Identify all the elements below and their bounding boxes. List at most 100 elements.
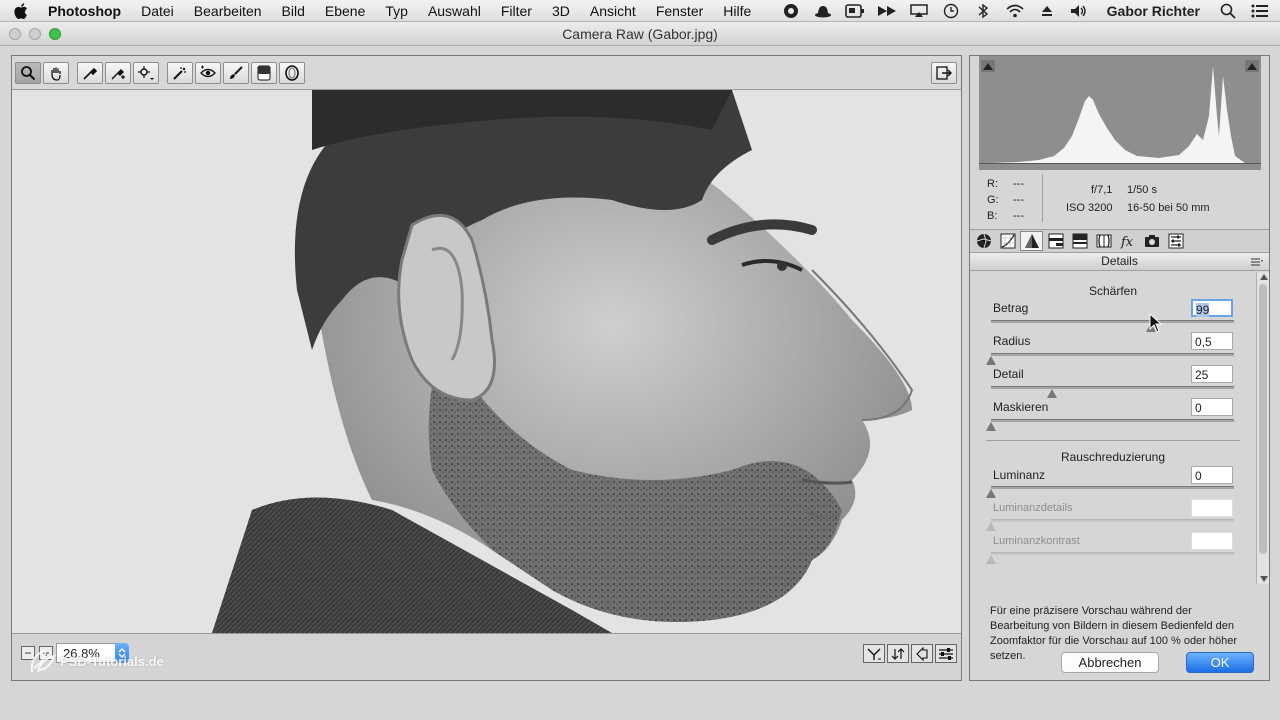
detail-slider-track[interactable] [991,386,1234,389]
section-divider [986,440,1240,441]
ok-button[interactable]: OK [1186,652,1254,673]
scroll-down-arrow[interactable] [1260,576,1268,582]
scroll-thumb[interactable] [1259,284,1267,554]
menu-datei[interactable]: Datei [141,3,174,19]
shadow-clipping-icon[interactable] [981,60,995,72]
swap-before-after-button[interactable] [887,644,909,663]
open-preferences-button[interactable] [931,62,957,84]
panel-menu-icon[interactable] [1251,258,1263,266]
amount-slider-track[interactable] [991,320,1234,323]
graduated-filter-tool-button[interactable] [251,62,277,84]
zoom-tool-button[interactable] [15,62,41,84]
notification-list-icon[interactable] [1250,3,1270,19]
leaf-logo-icon [30,648,56,673]
menu-ansicht[interactable]: Ansicht [590,3,636,19]
menu-filter[interactable]: Filter [501,3,532,19]
tab-effects[interactable]: fx [1116,231,1139,251]
color-sampler-tool-button[interactable] [105,62,131,84]
tab-tone-curve[interactable] [996,231,1019,251]
lens-value: 16-50 bei 50 mm [1127,202,1210,214]
red-eye-tool-button[interactable] [195,62,221,84]
luminance-contrast-label: Luminanzkontrast [993,535,1080,547]
menu-3d[interactable]: 3D [552,3,570,19]
copy-settings-button[interactable] [911,644,933,663]
tab-split-toning[interactable] [1068,231,1091,251]
tab-hsl[interactable] [1044,231,1067,251]
targeted-adjustment-tool-button[interactable] [133,62,159,84]
radial-filter-tool-button[interactable] [279,62,305,84]
menu-auswahl[interactable]: Auswahl [428,3,481,19]
menu-bearbeiten[interactable]: Bearbeiten [194,3,262,19]
luminance-contrast-input[interactable] [1191,532,1233,550]
tab-detail[interactable] [1020,231,1043,251]
red-eye-icon [200,65,216,78]
aperture-icon [976,233,991,249]
readout-divider [1042,174,1043,222]
arrows-icon[interactable] [877,3,897,19]
luminance-detail-input[interactable] [1191,499,1233,517]
green-label: G: [987,194,999,206]
tab-camera-calibration[interactable] [1140,231,1163,251]
search-icon[interactable] [1218,3,1238,19]
radius-slider-thumb[interactable] [986,356,996,365]
time-machine-icon[interactable] [941,3,961,19]
luminance-slider-track[interactable] [991,486,1234,489]
luminance-input[interactable]: 0 [1191,466,1233,484]
creative-cloud-icon[interactable] [781,3,801,19]
settings-pane: R: --- G: --- B: --- f/7,1 1/50 s ISO 32… [969,55,1270,681]
detail-label: Detail [993,367,1024,381]
amount-label: Betrag [993,301,1029,315]
window-titlebar: Camera Raw (Gabor.jpg) [0,22,1280,46]
menu-typ[interactable]: Typ [385,3,408,19]
detail-slider-thumb[interactable] [1046,389,1057,398]
white-balance-tool-button[interactable] [77,62,103,84]
airplay-icon[interactable] [909,3,929,19]
bluetooth-icon[interactable] [973,3,993,19]
menu-bild[interactable]: Bild [282,3,305,19]
adjustment-brush-tool-button[interactable] [223,62,249,84]
menu-ebene[interactable]: Ebene [325,3,365,19]
image-preview[interactable] [12,90,961,633]
menu-fenster[interactable]: Fenster [656,3,703,19]
amount-input[interactable]: 99 [1191,299,1233,317]
before-after-view-button[interactable] [863,644,885,663]
tab-lens-corrections[interactable] [1092,231,1115,251]
detail-controls: Schärfen Betrag 99 Radius 0,5 Detail 25 … [970,272,1256,584]
masking-slider-thumb[interactable] [986,422,996,431]
highlight-clipping-icon[interactable] [1245,60,1259,72]
hand-tool-button[interactable] [43,62,69,84]
menu-app-photoshop[interactable]: Photoshop [48,3,121,19]
hat-icon[interactable] [813,3,833,19]
wifi-icon[interactable] [1005,3,1025,19]
detail-input[interactable]: 25 [1191,365,1233,383]
spot-removal-tool-button[interactable] [167,62,193,84]
luminance-slider-thumb[interactable] [986,489,996,498]
masking-input[interactable]: 0 [1191,398,1233,416]
blue-value: --- [1013,210,1024,222]
luminance-detail-slider-track[interactable] [991,519,1234,522]
apple-icon[interactable] [14,2,28,19]
luminance-label: Luminanz [993,468,1046,482]
scroll-up-arrow[interactable] [1260,274,1268,280]
luminance-detail-slider-thumb[interactable] [986,522,996,531]
window-title: Camera Raw (Gabor.jpg) [562,26,718,42]
tab-basic[interactable] [972,231,995,251]
toggle-settings-button[interactable] [935,644,957,663]
radius-slider-track[interactable] [991,353,1234,356]
graduated-filter-icon [257,65,271,81]
menu-hilfe[interactable]: Hilfe [723,3,751,19]
volume-icon[interactable] [1069,3,1089,19]
tab-presets[interactable] [1164,231,1187,251]
panel-title: Details [1101,254,1138,268]
card-icon[interactable] [844,3,865,19]
histogram-graph [979,56,1261,170]
masking-slider-track[interactable] [991,419,1234,422]
eject-icon[interactable] [1037,3,1057,19]
radius-input[interactable]: 0,5 [1191,332,1233,350]
panel-header: Details [970,253,1269,271]
user-name[interactable]: Gabor Richter [1107,3,1200,19]
luminance-contrast-slider-thumb[interactable] [986,555,996,564]
cancel-button[interactable]: Abbrechen [1061,652,1159,673]
panel-scrollbar[interactable] [1256,272,1269,584]
luminance-contrast-slider-track[interactable] [991,552,1234,555]
